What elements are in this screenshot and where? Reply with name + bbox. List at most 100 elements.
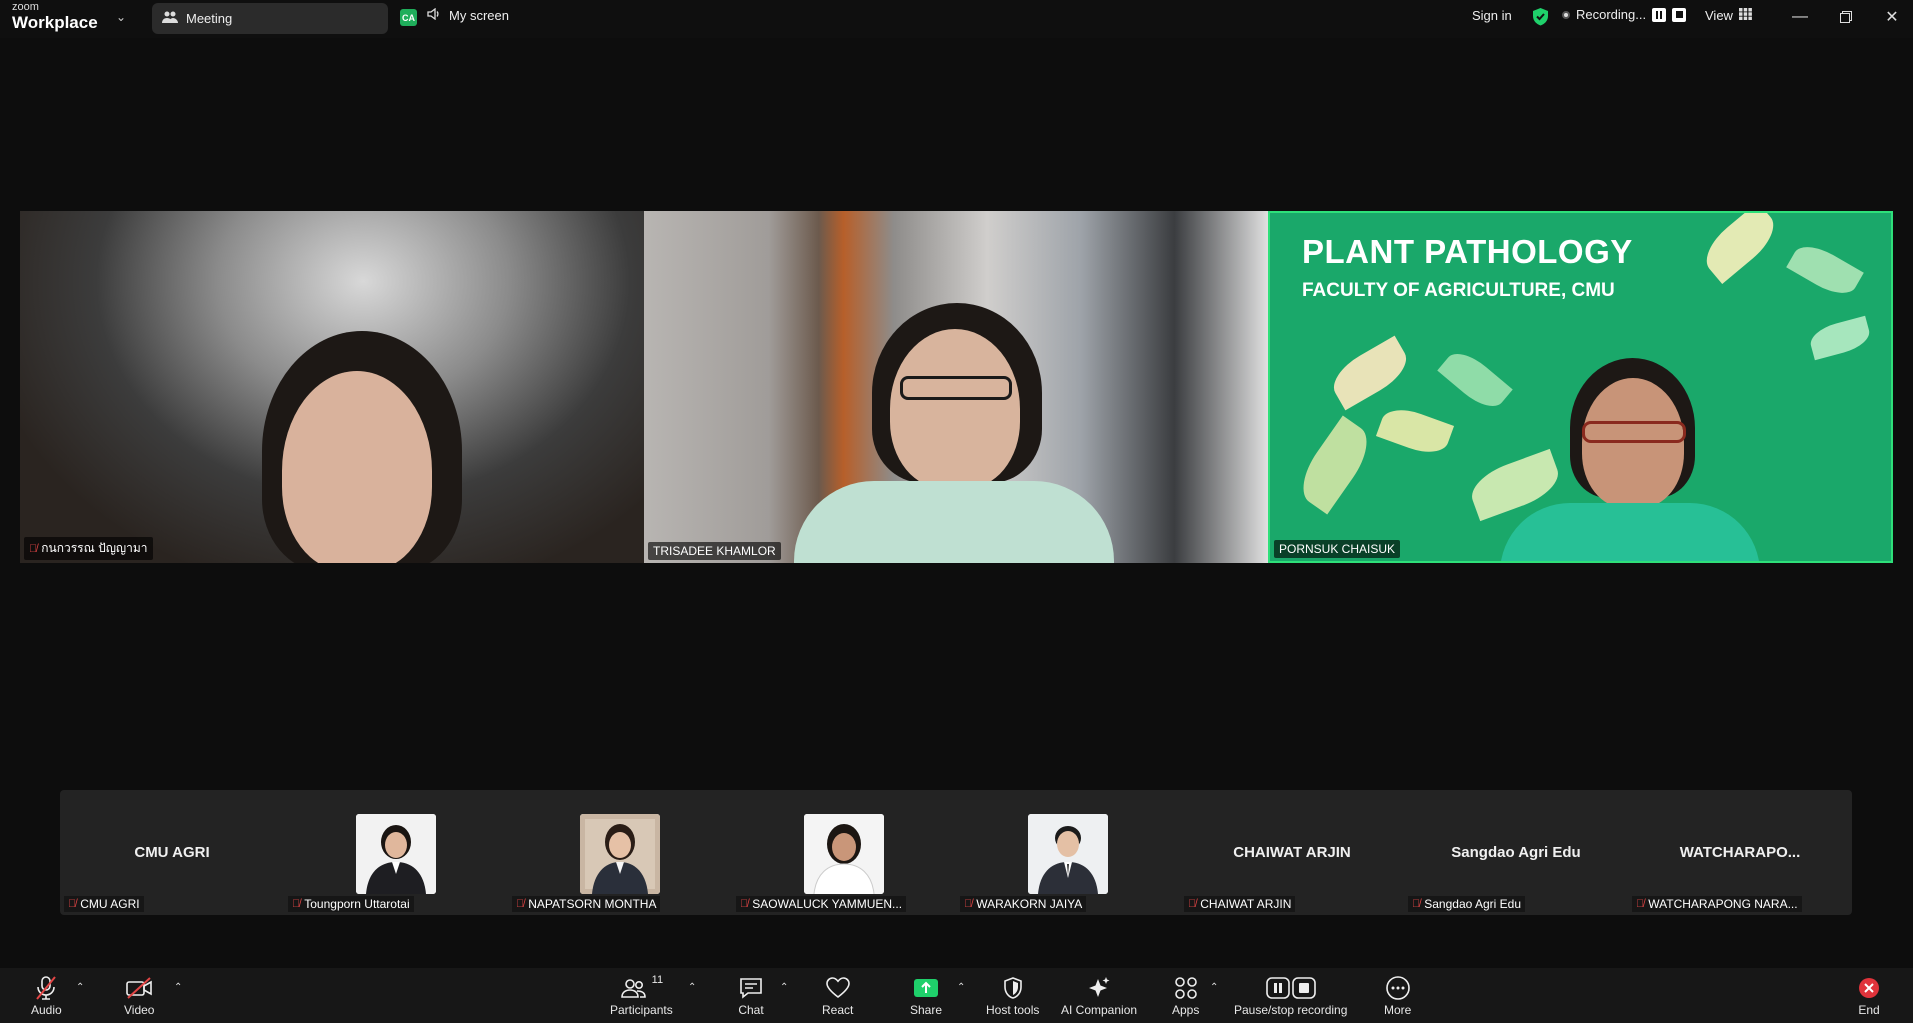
video-off-icon (125, 974, 153, 1002)
mic-muted-icon: 🎙̸ (1188, 898, 1197, 910)
audio-options-caret[interactable]: ⌃ (76, 982, 84, 993)
participant-tile[interactable]: 🎙̸ SAOWALUCK YAMMUEN... (732, 790, 956, 915)
participants-icon: 11 (620, 974, 663, 1002)
participant-name: WATCHARAPONG NARA... (1648, 897, 1798, 911)
recording-label: Recording... (1576, 7, 1647, 22)
meeting-label: Meeting (186, 11, 233, 26)
participant-name: SAOWALUCK YAMMUEN... (752, 897, 903, 911)
chat-options-caret[interactable]: ⌃ (780, 982, 788, 993)
participant-tile[interactable]: 🎙̸ Toungporn Uttarotai (284, 790, 508, 915)
view-label: View (1705, 8, 1733, 23)
speaker-icon (427, 7, 441, 23)
title-bar: zoom Workplace ⌄ Meeting CA My screen Si… (0, 0, 1913, 38)
share-button[interactable]: Share (910, 974, 942, 1017)
more-label: More (1384, 1003, 1412, 1017)
sparkle-icon (1086, 974, 1112, 1002)
participant-tile[interactable]: 🎙̸ NAPATSORN MONTHA (508, 790, 732, 915)
mic-muted-icon: 🎙̸ (292, 898, 301, 910)
tile-name-label: PORNSUK CHAISUK (1274, 540, 1401, 558)
apps-button[interactable]: Apps (1172, 974, 1199, 1017)
participant-shirt (794, 481, 1114, 563)
participant-display-name: CMU AGRI (134, 844, 210, 861)
tile-name: TRISADEE KHAMLOR (653, 544, 776, 558)
close-icon[interactable]: ✕ (1876, 4, 1908, 30)
pause-stop-label: Pause/stop recording (1234, 1003, 1348, 1017)
participant-face (282, 371, 432, 563)
leaf-decoration (1437, 344, 1513, 416)
glasses (1582, 421, 1686, 443)
mic-muted-icon: 🎙̸ (29, 542, 38, 555)
apps-label: Apps (1172, 1003, 1200, 1017)
chat-button[interactable]: Chat (738, 974, 764, 1017)
participant-name: Toungporn Uttarotai (304, 897, 410, 911)
participant-name: CMU AGRI (80, 897, 140, 911)
video-tile-1[interactable]: 🎙̸ กนกวรรณ ปัญญามา (20, 211, 644, 563)
apps-icon (1173, 974, 1199, 1002)
pause-recording-button[interactable] (1652, 7, 1667, 22)
participant-tile[interactable]: WATCHARAPO... 🎙̸ WATCHARAPONG NARA... (1628, 790, 1852, 915)
end-icon (1857, 974, 1881, 1002)
brand-big: Workplace (12, 13, 98, 32)
ai-companion-button[interactable]: AI Companion (1061, 974, 1137, 1017)
video-tile-3-active-speaker[interactable]: PLANT PATHOLOGY FACULTY OF AGRICULTURE, … (1268, 211, 1893, 563)
my-screen-tab[interactable]: My screen (427, 7, 509, 23)
ai-companion-label: AI Companion (1061, 1003, 1138, 1017)
apps-options-caret[interactable]: ⌃ (1210, 982, 1218, 993)
minimize-icon[interactable]: — (1784, 4, 1816, 30)
participants-options-caret[interactable]: ⌃ (688, 982, 696, 993)
participant-tile[interactable]: CHAIWAT ARJIN 🎙̸ CHAIWAT ARJIN (1180, 790, 1404, 915)
video-tile-2[interactable]: TRISADEE KHAMLOR (644, 211, 1268, 563)
tile-name: กนกวรรณ ปัญญามา (41, 541, 148, 555)
participants-button[interactable]: 11 Participants (610, 974, 673, 1017)
participant-label: 🎙̸ SAOWALUCK YAMMUEN... (736, 896, 907, 912)
chat-label: Chat (738, 1003, 764, 1017)
shield-check-icon[interactable] (1532, 7, 1549, 26)
view-button[interactable]: View (1705, 8, 1752, 23)
share-options-caret[interactable]: ⌃ (957, 982, 965, 993)
video-label: Video (124, 1003, 155, 1017)
mic-muted-icon: 🎙̸ (964, 898, 973, 910)
participant-label: 🎙̸ CHAIWAT ARJIN (1184, 896, 1296, 912)
participant-display-name: WATCHARAPO... (1679, 844, 1801, 861)
tile-name-label: 🎙̸ กนกวรรณ ปัญญามา (24, 537, 153, 560)
participant-label: 🎙̸ Toungporn Uttarotai (288, 896, 414, 912)
video-options-caret[interactable]: ⌃ (174, 982, 182, 993)
mic-muted-icon (35, 974, 57, 1002)
meeting-toolbar: Audio ⌃ Video ⌃ 11 Participants ⌃ Chat ⌃… (0, 968, 1913, 1023)
end-button[interactable]: End (1857, 974, 1881, 1017)
participants-count: 11 (651, 974, 664, 986)
participant-tile[interactable]: CMU AGRI 🎙̸ CMU AGRI (60, 790, 284, 915)
pause-stop-recording-button[interactable]: Pause/stop recording (1234, 974, 1347, 1017)
leaf-decoration (1375, 402, 1455, 460)
more-icon (1385, 974, 1411, 1002)
mic-muted-icon: 🎙̸ (68, 898, 77, 910)
chevron-down-icon[interactable]: ⌄ (116, 10, 126, 24)
share-icon (912, 974, 940, 1002)
meeting-tab[interactable]: Meeting (152, 3, 388, 34)
restore-icon[interactable] (1830, 4, 1862, 30)
my-screen-label: My screen (449, 8, 509, 23)
participants-label: Participants (610, 1003, 673, 1017)
leaf-decoration (1786, 237, 1864, 303)
audio-button[interactable]: Audio (31, 974, 62, 1017)
participant-tile[interactable]: 🎙̸ WARAKORN JAIYA (956, 790, 1180, 915)
glasses (900, 376, 1012, 400)
participant-name: CHAIWAT ARJIN (1200, 897, 1292, 911)
background-subtitle: FACULTY OF AGRICULTURE, CMU (1302, 280, 1615, 301)
end-label: End (1858, 1003, 1880, 1017)
sign-in-link[interactable]: Sign in (1472, 8, 1512, 23)
participant-face (890, 329, 1020, 489)
share-label: Share (910, 1003, 943, 1017)
ca-badge[interactable]: CA (400, 9, 417, 26)
participant-name: Sangdao Agri Edu (1424, 897, 1521, 911)
zoom-logo[interactable]: zoom Workplace (12, 2, 98, 32)
participant-photo (580, 814, 660, 894)
react-button[interactable]: React (822, 974, 853, 1017)
stop-recording-button[interactable] (1672, 7, 1687, 22)
more-button[interactable]: More (1384, 974, 1411, 1017)
host-tools-button[interactable]: Host tools (986, 974, 1039, 1017)
leaf-decoration (1807, 315, 1873, 361)
shield-icon (1002, 974, 1024, 1002)
video-button[interactable]: Video (124, 974, 154, 1017)
participant-tile[interactable]: Sangdao Agri Edu 🎙̸ Sangdao Agri Edu (1404, 790, 1628, 915)
